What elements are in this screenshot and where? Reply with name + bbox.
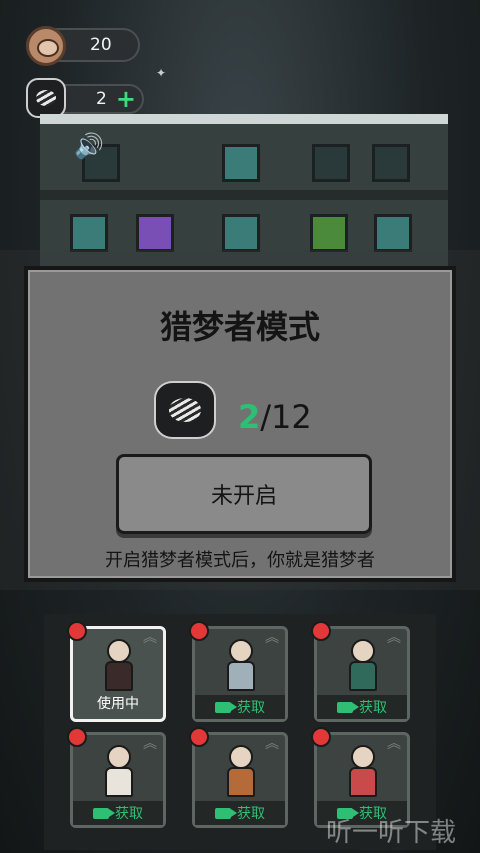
dialog-title: 猎梦者模式	[159, 308, 320, 346]
notification-dot-icon	[311, 621, 331, 641]
building-window	[70, 214, 108, 252]
add-puzzle-button[interactable]: +	[116, 87, 136, 111]
character-avatar	[223, 639, 259, 699]
watch-ad-get-button[interactable]: 获取	[195, 695, 285, 719]
watermark: 听一听下载	[325, 818, 456, 848]
notification-dot-icon	[189, 621, 209, 641]
building-window	[312, 144, 350, 182]
character-card[interactable]: ︽ 获取	[189, 621, 288, 722]
notification-dot-icon	[67, 727, 87, 747]
sparkle-icon: ✦	[156, 66, 167, 80]
puzzle-piece-icon	[154, 381, 216, 439]
watch-ad-get-button[interactable]: 获取	[195, 801, 285, 825]
avatar-body	[227, 767, 255, 797]
upgrade-chevron-icon: ︽	[387, 630, 401, 646]
bear-coin-icon	[26, 26, 66, 66]
progress-total: /12	[260, 398, 312, 436]
character-card[interactable]: ︽ 获取	[311, 621, 410, 722]
character-avatar	[101, 639, 137, 699]
notification-dot-icon	[311, 727, 331, 747]
building-window	[222, 144, 260, 182]
watch-ad-get-button[interactable]: 获取	[317, 695, 407, 719]
puzzle-count: 2	[96, 89, 107, 109]
character-avatar	[345, 639, 381, 699]
character-card[interactable]: ︽ 获取	[67, 727, 166, 828]
puzzle-progress: 2/12	[238, 398, 312, 436]
video-camera-icon	[215, 807, 237, 819]
avatar-head	[351, 745, 375, 769]
get-label: 获取	[237, 700, 265, 716]
building-window	[372, 144, 410, 182]
upgrade-chevron-icon: ︽	[143, 630, 157, 646]
avatar-head	[351, 639, 375, 663]
avatar-body	[349, 661, 377, 691]
notification-dot-icon	[67, 621, 87, 641]
avatar-body	[349, 767, 377, 797]
video-camera-icon	[93, 807, 115, 819]
watch-ad-get-button[interactable]: 获取	[73, 801, 163, 825]
character-avatar	[223, 745, 259, 805]
floor-divider	[40, 190, 448, 200]
puzzle-counter: 2 +	[26, 78, 144, 118]
avatar-head	[229, 639, 253, 663]
upgrade-chevron-icon: ︽	[265, 736, 279, 752]
video-camera-icon	[215, 701, 237, 713]
avatar-head	[229, 745, 253, 769]
ghost-window	[136, 214, 174, 252]
in-use-label: 使用中	[97, 696, 139, 712]
character-avatar	[101, 745, 137, 805]
upgrade-chevron-icon: ︽	[143, 736, 157, 752]
get-label: 获取	[359, 700, 387, 716]
coin-count: 20	[90, 35, 112, 55]
avatar-body	[227, 661, 255, 691]
upgrade-chevron-icon: ︽	[387, 736, 401, 752]
get-label: 获取	[115, 806, 143, 822]
progress-current: 2	[238, 398, 261, 436]
avatar-head	[107, 639, 131, 663]
dialog-description: 开启猎梦者模式后，你就是猎梦者	[105, 550, 375, 571]
avatar-body	[105, 661, 133, 691]
video-camera-icon	[337, 701, 359, 713]
building-window	[222, 214, 260, 252]
avatar-head	[107, 745, 131, 769]
monster-window	[310, 214, 348, 252]
get-label: 获取	[237, 806, 265, 822]
avatar-body	[105, 767, 133, 797]
building-window	[374, 214, 412, 252]
unlock-button[interactable]: 未开启	[116, 454, 372, 534]
character-card[interactable]: ︽ 获取	[189, 727, 288, 828]
coin-counter: 20	[26, 26, 140, 66]
upgrade-chevron-icon: ︽	[265, 630, 279, 646]
character-card[interactable]: ︽ 使用中	[67, 621, 166, 722]
puzzle-piece-icon	[26, 78, 66, 118]
dream-hunter-dialog: 猎梦者模式 2/12 未开启 开启猎梦者模式后，你就是猎梦者	[24, 266, 456, 582]
notification-dot-icon	[189, 727, 209, 747]
speaker-icon[interactable]: 🔊	[74, 132, 104, 160]
character-avatar	[345, 745, 381, 805]
